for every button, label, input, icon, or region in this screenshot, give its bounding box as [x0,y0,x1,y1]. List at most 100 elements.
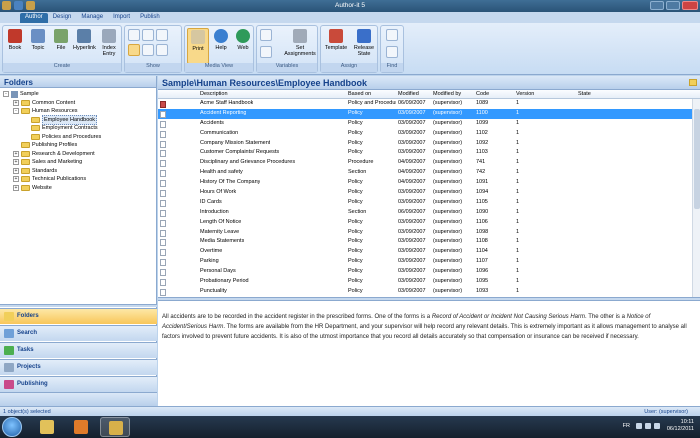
collapse-icon[interactable]: - [3,91,9,98]
release-state-button[interactable]: Release State [351,28,377,64]
nav-projects-button[interactable]: Projects [0,359,157,375]
tree-item-technical-publications[interactable]: + Technical Publications [3,175,156,184]
col-modified[interactable]: Modified [398,91,419,97]
col-modified-by[interactable]: Modified by [433,91,461,97]
tab-publish[interactable]: Publish [135,13,165,23]
table-row[interactable]: Overtime Policy 03/09/2007 (supervisor) 1104… [158,247,692,257]
expand-icon[interactable]: + [13,159,19,166]
col-based-on[interactable]: Based on [348,91,371,97]
tree-item-website[interactable]: + Website [3,184,156,193]
table-row[interactable]: Parking Policy 03/09/2007 (supervisor) 1107 1 [158,257,692,267]
nav-splitter[interactable] [0,304,157,307]
expand-icon[interactable]: + [13,184,19,191]
table-row[interactable]: Customer Complaints/ Requests Policy 03/09… [158,148,692,158]
table-row[interactable]: Health and safety Section 04/09/2007 (super… [158,168,692,178]
nav-folders-button[interactable]: Folders [0,308,157,324]
table-row[interactable]: Introduction Section 06/09/2007 (supervisor… [158,208,692,218]
maximize-button[interactable] [666,1,680,10]
hyperlink-button[interactable]: Hyperlink [73,28,96,64]
tree-item-sales-and-marketing[interactable]: + Sales and Marketing [3,158,156,167]
variables-button-2[interactable] [260,46,272,58]
tab-import[interactable]: Import [108,13,135,23]
web-button[interactable]: Web [232,28,254,64]
tree-item-policies-and-procedures[interactable]: Policies and Procedures [3,133,156,142]
print-button[interactable]: Print [187,28,209,64]
table-row[interactable]: ID Cards Policy 03/09/2007 (supervisor) 1105… [158,198,692,208]
table-row[interactable]: Personal Days Policy 03/09/2007 (supervisor… [158,267,692,277]
template-button[interactable]: Template [323,28,349,64]
tree-item-employment-contracts[interactable]: Employment Contracts [3,124,156,133]
close-button[interactable] [682,1,698,10]
table-row[interactable]: History Of The Company Policy 04/09/2007 (s… [158,178,692,188]
find-button[interactable] [386,29,398,41]
tree-item-sample[interactable]: - Sample [3,90,156,99]
table-row[interactable]: Length Of Notice Policy 03/09/2007 (supervi… [158,218,692,228]
file-button[interactable]: File [50,28,72,64]
show-toggle-6[interactable] [156,44,168,56]
table-row[interactable]: Punctuality Policy 03/09/2007 (supervisor) 1… [158,287,692,297]
table-row[interactable]: Probationary Period Policy 03/09/2007 (supe… [158,277,692,287]
help-button[interactable]: Help [210,28,232,64]
vertical-scrollbar[interactable] [692,99,700,297]
table-row[interactable]: Media Statements Policy 03/09/2007 (supervi… [158,237,692,247]
show-toggle-3[interactable] [156,29,168,41]
table-row[interactable]: Accidents Policy 03/09/2007 (supervisor) 109… [158,119,692,129]
folder-icon[interactable] [689,79,697,86]
cell-based: Policy [348,139,363,146]
cell-desc: Disciplinary and Grievance Procedures [200,159,296,166]
taskbar-authorit[interactable] [100,417,130,437]
expand-icon[interactable]: + [13,99,19,106]
tab-manage[interactable]: Manage [76,13,108,23]
table-row[interactable]: Maternity Leave Policy 03/09/2007 (supervis… [158,228,692,238]
breadcrumb-path: Sample\Human Resources\Employee Handbook [162,78,368,88]
expand-icon[interactable]: + [13,176,19,183]
expand-icon[interactable]: + [13,150,19,157]
tree-item-standards[interactable]: + Standards [3,167,156,176]
table-row[interactable]: Communication Policy 03/09/2007 (supervisor… [158,129,692,139]
tray-arrow-icon[interactable] [636,423,642,429]
variables-button-1[interactable] [260,29,272,41]
col-version[interactable]: Version [516,91,534,97]
col-code[interactable]: Code [476,91,489,97]
set-assignments-button[interactable]: Set Assignments [284,28,316,64]
cell-code: 1090 [476,208,489,215]
cell-desc: Company Mission Statement [200,139,271,146]
table-row[interactable]: Hours Of Work Policy 03/09/2007 (supervisor… [158,188,692,198]
scroll-thumb[interactable] [694,109,700,209]
show-toggle-5[interactable] [142,44,154,56]
nav-search-button[interactable]: Search [0,325,157,341]
language-indicator[interactable]: FR [623,423,630,429]
table-row[interactable]: Disciplinary and Grievance Procedures Pro… [158,158,692,168]
tree-item-common-content[interactable]: + Common Content [3,99,156,108]
table-row[interactable]: Company Mission Statement Policy 03/09/200… [158,139,692,149]
user-status: User: (supervisor) [644,409,688,415]
find-next-button[interactable] [386,46,398,58]
col-description[interactable]: Description [200,91,228,97]
nav-tasks-button[interactable]: Tasks [0,342,157,358]
show-toggle-4[interactable] [128,44,140,56]
col-state[interactable]: State [578,91,591,97]
collapse-icon[interactable]: - [13,108,19,115]
expand-icon[interactable]: + [13,167,19,174]
topic-button[interactable]: Topic [27,28,49,64]
nav-publishing-button[interactable]: Publishing [0,376,157,392]
clock[interactable]: 10:11 06/12/2011 [667,419,694,433]
taskbar-explorer[interactable] [32,417,62,437]
index-entry-button[interactable]: Index Entry [98,28,120,64]
cell-by: (supervisor) [433,159,463,166]
tab-author[interactable]: Author [20,13,48,23]
minimize-button[interactable] [650,1,664,10]
volume-icon[interactable] [654,423,660,429]
tree-item-employee-handbook[interactable]: Employee Handbook [3,114,156,125]
book-button[interactable]: Book [4,28,26,64]
start-button[interactable] [2,417,22,437]
table-row[interactable]: Acme Staff Handbook Policy and Procedures… [158,99,692,109]
tree-item-research-development[interactable]: + Research & Development [3,150,156,159]
network-icon[interactable] [645,423,651,429]
show-toggle-1[interactable] [128,29,140,41]
taskbar-media-player[interactable] [66,417,96,437]
show-toggle-2[interactable] [142,29,154,41]
tree-item-publishing-profiles[interactable]: Publishing Profiles [3,141,156,150]
table-row[interactable]: Accident Reporting Policy 03/09/2007 (super… [158,108,692,119]
tab-design[interactable]: Design [48,13,77,23]
